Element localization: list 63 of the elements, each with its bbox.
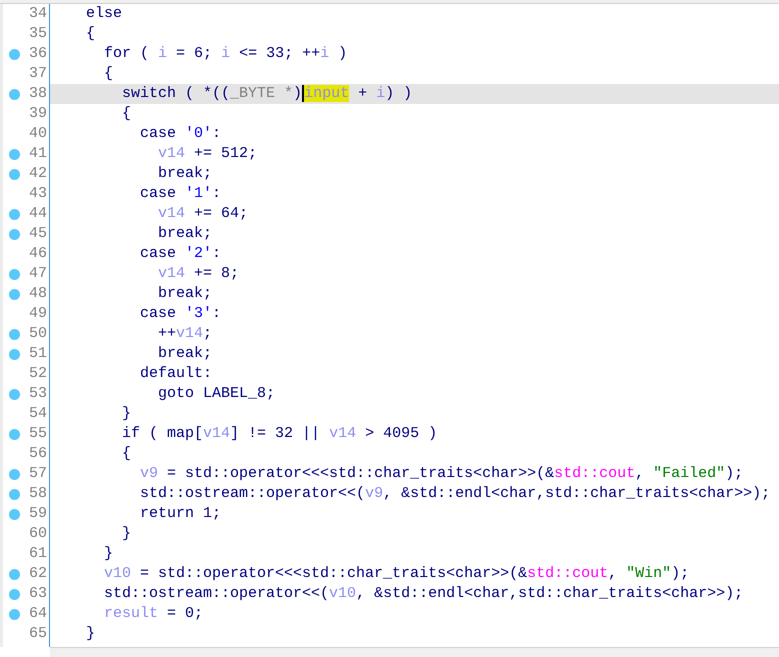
line-number: 65 bbox=[28, 624, 48, 644]
code-line: v14 += 512; bbox=[157, 144, 258, 164]
code-line: v10 = std::operator<<<std::char_traits<char>>(&std::cout, "Win"); bbox=[103, 564, 690, 584]
line-number: 46 bbox=[28, 244, 48, 264]
code-line: ++v14; bbox=[157, 324, 214, 344]
code-line: break; bbox=[157, 164, 214, 184]
code-line: } bbox=[121, 524, 132, 544]
line-number: 43 bbox=[28, 184, 48, 204]
line-number: 60 bbox=[28, 524, 48, 544]
code-line: { bbox=[103, 64, 114, 84]
line-number: 63 bbox=[28, 584, 48, 604]
line-number: 58 bbox=[28, 484, 48, 504]
code-line: for ( i = 6; i <= 33; ++i ) bbox=[103, 44, 348, 64]
code-line: std::ostream::operator<<(v10, &std::endl<char,std::char_traits<char>>); bbox=[103, 584, 744, 604]
line-number: 35 bbox=[28, 24, 48, 44]
code-line: default: bbox=[139, 364, 214, 384]
line-number: 40 bbox=[28, 124, 48, 144]
code-line: case '2': bbox=[139, 244, 222, 264]
line-number: 57 bbox=[28, 464, 48, 484]
code-line: } bbox=[121, 404, 132, 424]
line-number: 62 bbox=[28, 564, 48, 584]
line-number: 36 bbox=[28, 44, 48, 64]
line-number: 59 bbox=[28, 504, 48, 524]
code-line: v9 = std::operator<<<std::char_traits<char>>(&std::cout, "Failed"); bbox=[139, 464, 744, 484]
code-line: else bbox=[85, 4, 124, 24]
code-line: { bbox=[121, 444, 132, 464]
line-number: 55 bbox=[28, 424, 48, 444]
code-line: v14 += 8; bbox=[157, 264, 240, 284]
code-line: } bbox=[103, 544, 114, 564]
line-number: 52 bbox=[28, 364, 48, 384]
line-number: 64 bbox=[28, 604, 48, 624]
code-line: std::ostream::operator<<(v9, &std::endl<char,std::char_traits<char>>); bbox=[139, 484, 772, 504]
code-line: } bbox=[85, 624, 96, 644]
code-line: { bbox=[85, 24, 96, 44]
code-line: case '1': bbox=[139, 184, 222, 204]
line-number: 56 bbox=[28, 444, 48, 464]
line-number: 42 bbox=[28, 164, 48, 184]
line-number: 50 bbox=[28, 324, 48, 344]
line-number: 51 bbox=[28, 344, 48, 364]
line-number: 53 bbox=[28, 384, 48, 404]
code-line: if ( map[v14] != 32 || v14 > 4095 ) bbox=[121, 424, 438, 444]
line-number: 61 bbox=[28, 544, 48, 564]
line-number: 38 bbox=[28, 84, 48, 104]
line-number: 54 bbox=[28, 404, 48, 424]
code-line: break; bbox=[157, 224, 214, 244]
line-number: 47 bbox=[28, 264, 48, 284]
code-line: case '3': bbox=[139, 304, 222, 324]
code-line: goto LABEL_8; bbox=[157, 384, 276, 404]
code-line: return 1; bbox=[139, 504, 222, 524]
line-number: 37 bbox=[28, 64, 48, 84]
code-line: break; bbox=[157, 284, 214, 304]
code-line: v14 += 64; bbox=[157, 204, 250, 224]
line-number: 34 bbox=[28, 4, 48, 24]
code-line: { bbox=[121, 104, 132, 124]
line-number: 41 bbox=[28, 144, 48, 164]
code-line: result = 0; bbox=[103, 604, 204, 624]
code-line: break; bbox=[157, 344, 214, 364]
line-number: 44 bbox=[28, 204, 48, 224]
line-number: 39 bbox=[28, 104, 48, 124]
line-number: 45 bbox=[28, 224, 48, 244]
line-number: 49 bbox=[28, 304, 48, 324]
line-number: 48 bbox=[28, 284, 48, 304]
code-line: case '0': bbox=[139, 124, 222, 144]
